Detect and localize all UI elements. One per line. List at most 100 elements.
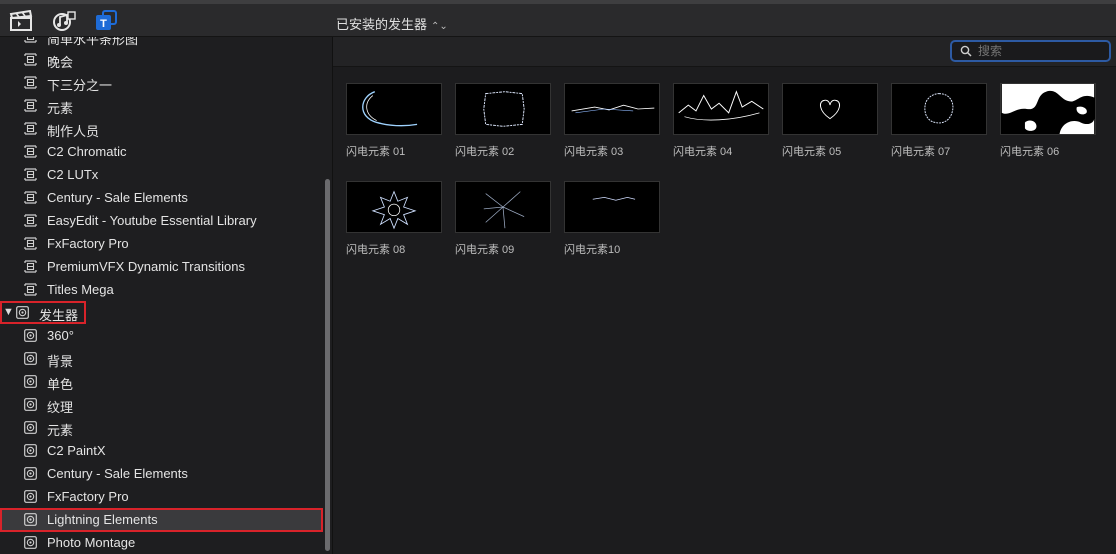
generator-thumbnail[interactable] (1000, 83, 1096, 135)
sidebar-item[interactable]: FxFactory Pro (0, 232, 322, 255)
generator-category-icon (24, 490, 37, 503)
sidebar-item-label: Photo Montage (47, 535, 136, 550)
music-photo-icon[interactable] (52, 10, 76, 32)
lightning-preview-image (924, 93, 954, 124)
title-category-icon (24, 76, 37, 89)
titles-generators-icon[interactable]: T (94, 10, 118, 32)
sidebar-item-label: C2 Chromatic (47, 144, 127, 159)
sidebar-item[interactable]: C2 Chromatic (0, 140, 322, 163)
generator-thumbnail[interactable] (455, 83, 551, 135)
sidebar-item[interactable]: 纹理 (0, 393, 322, 416)
thumbnail-label[interactable]: 闪电元素 04 (673, 143, 732, 159)
search-input[interactable] (978, 43, 1106, 59)
library-title-text: 已安装的发生器 (336, 17, 428, 32)
sidebar-item-label: 下三分之一 (47, 78, 113, 93)
generator-category-icon (24, 352, 37, 365)
sidebar-item[interactable]: C2 LUTx (0, 163, 322, 186)
highlight-outline-generators (0, 301, 86, 324)
sidebar-item[interactable]: PremiumVFX Dynamic Transitions (0, 255, 322, 278)
sidebar-item[interactable]: Century - Sale Elements (0, 186, 322, 209)
sidebar-item[interactable]: Century - Sale Elements (0, 462, 322, 485)
generator-category-icon (24, 444, 37, 457)
sidebar-item[interactable]: 元素 (0, 416, 322, 439)
sidebar-item[interactable]: 下三分之一 (0, 71, 322, 94)
search-icon (960, 45, 972, 57)
sidebar-item-label: FxFactory Pro (47, 236, 129, 251)
lightning-preview-image (371, 190, 417, 230)
sidebar: 简单水平条形图 晚会 下三分之一 元素 制作人员 C2 Chromatic C2 LUTx C… (0, 37, 333, 554)
thumbnail-label[interactable]: 闪电元素 01 (346, 143, 405, 159)
sidebar-scrollbar-thumb[interactable] (325, 179, 330, 551)
title-category-icon (24, 145, 37, 158)
thumbnail-label[interactable]: 闪电元素 07 (891, 143, 950, 159)
sidebar-item-label: 元素 (47, 423, 74, 438)
library-title[interactable]: 已安装的发生器 ⌃⌄ (336, 14, 448, 33)
app-window: T 已安装的发生器 ⌃⌄ 简单水平条形图 晚会 下三分之一 元素 制作人员 C2 Chrom… (0, 0, 1116, 554)
title-category-icon (24, 37, 37, 43)
sidebar-item[interactable]: Photo Montage (0, 531, 322, 554)
sidebar-item-label: Century - Sale Elements (47, 190, 188, 205)
title-category-icon (24, 283, 37, 296)
sidebar-item[interactable]: 制作人员 (0, 117, 322, 140)
search-bar (333, 37, 1116, 67)
lightning-preview-image (362, 91, 418, 127)
lightning-preview-image (483, 191, 525, 229)
generator-thumbnail[interactable] (564, 181, 660, 233)
generator-thumbnail[interactable] (346, 181, 442, 233)
thumbnail-label[interactable]: 闪电元素 02 (455, 143, 514, 159)
clapper-icon[interactable] (9, 9, 33, 32)
sidebar-item-label: 纹理 (47, 400, 74, 415)
sidebar-item[interactable]: 单色 (0, 370, 322, 393)
generator-thumbnail[interactable] (891, 83, 987, 135)
generator-category-icon (24, 329, 37, 342)
lightning-preview-image (571, 104, 655, 114)
svg-text:T: T (100, 18, 107, 30)
thumbnail-label[interactable]: 闪电元素 08 (346, 241, 405, 257)
sidebar-item-label: Century - Sale Elements (47, 466, 188, 481)
browser-main: 闪电元素 01 闪电元素 02 闪电元素 03 闪电元素 04 闪电元素 05 闪电元素 … (333, 37, 1116, 554)
generator-category-icon (24, 467, 37, 480)
lightning-preview-image (592, 196, 636, 201)
thumbnail-label[interactable]: 闪电元素 03 (564, 143, 623, 159)
generator-thumbnail[interactable] (673, 83, 769, 135)
generator-thumbnail[interactable] (564, 83, 660, 135)
sidebar-item[interactable]: 360° (0, 324, 322, 347)
sidebar-item-label: C2 LUTx (47, 167, 99, 182)
sidebar-item[interactable]: EasyEdit - Youtube Essential Library (0, 209, 322, 232)
sidebar-item[interactable]: Titles Mega (0, 278, 322, 301)
generator-category-icon (24, 375, 37, 388)
sidebar-item-label: 制作人员 (47, 124, 100, 139)
sidebar-item-label: 晚会 (47, 55, 74, 70)
browser-toolbar: T 已安装的发生器 ⌃⌄ (0, 0, 1116, 37)
sidebar-item-label: FxFactory Pro (47, 489, 129, 504)
thumbnail-label[interactable]: 闪电元素 06 (1000, 143, 1059, 159)
search-box[interactable] (950, 40, 1111, 62)
title-category-icon (24, 191, 37, 204)
sidebar-item-label: 360° (47, 328, 74, 343)
thumbnail-label[interactable]: 闪电元素 09 (455, 241, 514, 257)
sidebar-item[interactable]: FxFactory Pro (0, 485, 322, 508)
sidebar-item[interactable]: 简单水平条形图 (0, 37, 322, 48)
title-category-icon (24, 99, 37, 112)
title-category-icon (24, 53, 37, 66)
generator-thumbnail[interactable] (346, 83, 442, 135)
generator-category-icon (24, 398, 37, 411)
generator-thumbnail[interactable] (782, 83, 878, 135)
sidebar-item[interactable]: 背景 (0, 347, 322, 370)
sidebar-item-label: PremiumVFX Dynamic Transitions (47, 259, 245, 274)
sidebar-item[interactable]: 元素 (0, 94, 322, 117)
lightning-preview-image (678, 90, 764, 121)
title-category-icon (24, 214, 37, 227)
sidebar-item-label: EasyEdit - Youtube Essential Library (47, 213, 257, 228)
thumbnail-label[interactable]: 闪电元素10 (564, 241, 620, 257)
thumbnail-label[interactable]: 闪电元素 05 (782, 143, 841, 159)
sidebar-item-label: C2 PaintX (47, 443, 106, 458)
title-category-icon (24, 168, 37, 181)
sidebar-item-label: 元素 (47, 101, 74, 116)
sidebar-item[interactable]: 晚会 (0, 48, 322, 71)
generator-thumbnail[interactable] (455, 181, 551, 233)
updown-chevron-icon: ⌃⌄ (431, 21, 448, 32)
sidebar-item-label: 单色 (47, 377, 74, 392)
sidebar-item-label: Titles Mega (47, 282, 114, 297)
sidebar-item[interactable]: C2 PaintX (0, 439, 322, 462)
